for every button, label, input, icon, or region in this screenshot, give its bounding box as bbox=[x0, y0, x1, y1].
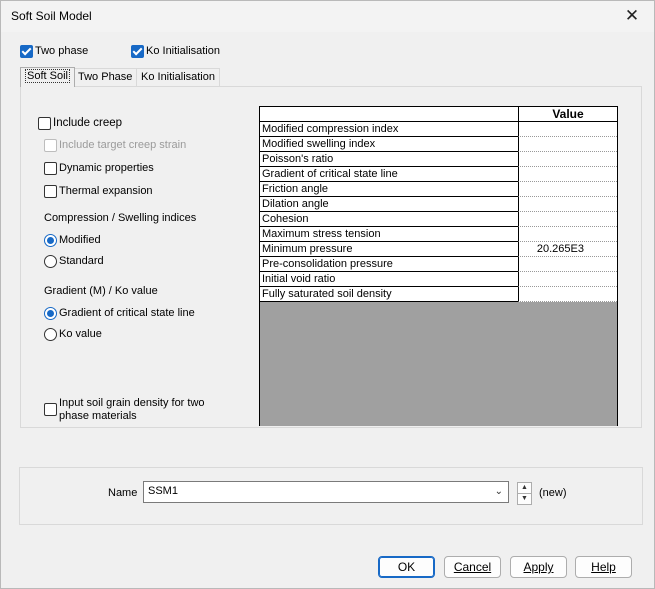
grid-row[interactable]: Dilation angle bbox=[260, 197, 617, 212]
row-value[interactable] bbox=[518, 212, 617, 227]
ko-initialisation-label[interactable]: Ko Initialisation bbox=[146, 45, 220, 57]
row-name: Minimum pressure bbox=[260, 242, 518, 257]
row-name: Friction angle bbox=[260, 182, 518, 197]
row-name: Gradient of critical state line bbox=[260, 167, 518, 182]
row-value[interactable] bbox=[518, 227, 617, 242]
window-title: Soft Soil Model bbox=[11, 9, 92, 23]
apply-label: Apply bbox=[523, 560, 554, 574]
grid-row[interactable]: Gradient of critical state line bbox=[260, 167, 617, 182]
include-creep-label[interactable]: Include creep bbox=[53, 117, 122, 129]
thermal-expansion-checkbox[interactable] bbox=[44, 185, 57, 198]
tab-ko-initialisation[interactable]: Ko Initialisation bbox=[136, 68, 220, 86]
grid-row[interactable]: Initial void ratio bbox=[260, 272, 617, 287]
name-status: (new) bbox=[539, 487, 567, 499]
row-name: Modified swelling index bbox=[260, 137, 518, 152]
row-value[interactable] bbox=[518, 167, 617, 182]
row-value[interactable] bbox=[518, 287, 617, 302]
close-icon[interactable]: ✕ bbox=[618, 4, 646, 28]
value-column-header: Value bbox=[518, 107, 617, 122]
tab-two-phase[interactable]: Two Phase bbox=[73, 68, 138, 86]
modified-radio[interactable] bbox=[44, 234, 57, 247]
row-value[interactable] bbox=[518, 257, 617, 272]
two-phase-checkbox[interactable] bbox=[20, 45, 33, 58]
include-creep-checkbox[interactable] bbox=[38, 117, 51, 130]
ko-value-label[interactable]: Ko value bbox=[59, 328, 102, 340]
grid-row[interactable]: Modified compression index bbox=[260, 122, 617, 137]
grain-density-label-line2[interactable]: phase materials bbox=[59, 410, 137, 422]
grid-row[interactable]: Maximum stress tension bbox=[260, 227, 617, 242]
modified-label[interactable]: Modified bbox=[59, 234, 101, 246]
grid-header-blank bbox=[260, 107, 518, 122]
ko-value-radio[interactable] bbox=[44, 328, 57, 341]
spin-down-icon[interactable]: ▼ bbox=[517, 493, 532, 505]
row-value[interactable] bbox=[518, 137, 617, 152]
tab-soft-soil-label: Soft Soil bbox=[25, 69, 70, 83]
grain-density-checkbox[interactable] bbox=[44, 403, 57, 416]
thermal-expansion-label[interactable]: Thermal expansion bbox=[59, 185, 153, 197]
tab-soft-soil[interactable]: Soft Soil bbox=[20, 67, 75, 87]
grid-row[interactable]: Modified swelling index bbox=[260, 137, 617, 152]
row-value[interactable] bbox=[518, 182, 617, 197]
gradient-csl-label[interactable]: Gradient of critical state line bbox=[59, 307, 195, 319]
include-target-creep-strain-label[interactable]: Include target creep strain bbox=[59, 139, 186, 151]
row-value[interactable]: 20.265E3 bbox=[518, 242, 617, 257]
compression-heading: Compression / Swelling indices bbox=[44, 212, 197, 224]
grain-density-label-line1[interactable]: Input soil grain density for two bbox=[59, 397, 205, 409]
row-value[interactable] bbox=[518, 197, 617, 212]
grid-row[interactable]: Friction angle bbox=[260, 182, 617, 197]
row-name: Initial void ratio bbox=[260, 272, 518, 287]
gradient-csl-radio[interactable] bbox=[44, 307, 57, 320]
row-name: Cohesion bbox=[260, 212, 518, 227]
standard-label[interactable]: Standard bbox=[59, 255, 104, 267]
two-phase-label[interactable]: Two phase bbox=[35, 45, 88, 57]
row-name: Dilation angle bbox=[260, 197, 518, 212]
row-name: Pre-consolidation pressure bbox=[260, 257, 518, 272]
dynamic-properties-checkbox[interactable] bbox=[44, 162, 57, 175]
chevron-down-icon[interactable]: ⌄ bbox=[495, 486, 503, 497]
grid-row[interactable]: Poisson's ratio bbox=[260, 152, 617, 167]
dynamic-properties-label[interactable]: Dynamic properties bbox=[59, 162, 154, 174]
grid-row[interactable]: Pre-consolidation pressure bbox=[260, 257, 617, 272]
name-value: SSM1 bbox=[148, 485, 178, 497]
grid-row[interactable]: Fully saturated soil density bbox=[260, 287, 617, 302]
row-name: Poisson's ratio bbox=[260, 152, 518, 167]
cancel-button[interactable]: Cancel bbox=[444, 556, 501, 578]
name-combobox[interactable]: SSM1 ⌄ bbox=[143, 481, 509, 503]
row-value[interactable] bbox=[518, 152, 617, 167]
standard-radio[interactable] bbox=[44, 255, 57, 268]
apply-button[interactable]: Apply bbox=[510, 556, 567, 578]
name-label: Name bbox=[108, 487, 138, 499]
gradient-heading: Gradient (M) / Ko value bbox=[44, 285, 158, 297]
row-value[interactable] bbox=[518, 122, 617, 137]
row-name: Modified compression index bbox=[260, 122, 518, 137]
properties-grid: Value Modified compression index Modifie… bbox=[259, 106, 618, 426]
grid-row[interactable]: Minimum pressure 20.265E3 bbox=[260, 242, 617, 257]
grid-row[interactable]: Cohesion bbox=[260, 212, 617, 227]
row-name: Fully saturated soil density bbox=[260, 287, 518, 302]
row-value[interactable] bbox=[518, 272, 617, 287]
title-bar: Soft Soil Model ✕ bbox=[1, 1, 654, 32]
help-button[interactable]: Help bbox=[575, 556, 632, 578]
help-label: Help bbox=[591, 560, 616, 574]
ok-button[interactable]: OK bbox=[378, 556, 435, 578]
row-name: Maximum stress tension bbox=[260, 227, 518, 242]
grid-header: Value bbox=[260, 107, 617, 122]
ko-initialisation-checkbox[interactable] bbox=[131, 45, 144, 58]
include-target-creep-strain-checkbox[interactable] bbox=[44, 139, 57, 152]
cancel-label: Cancel bbox=[453, 560, 492, 574]
